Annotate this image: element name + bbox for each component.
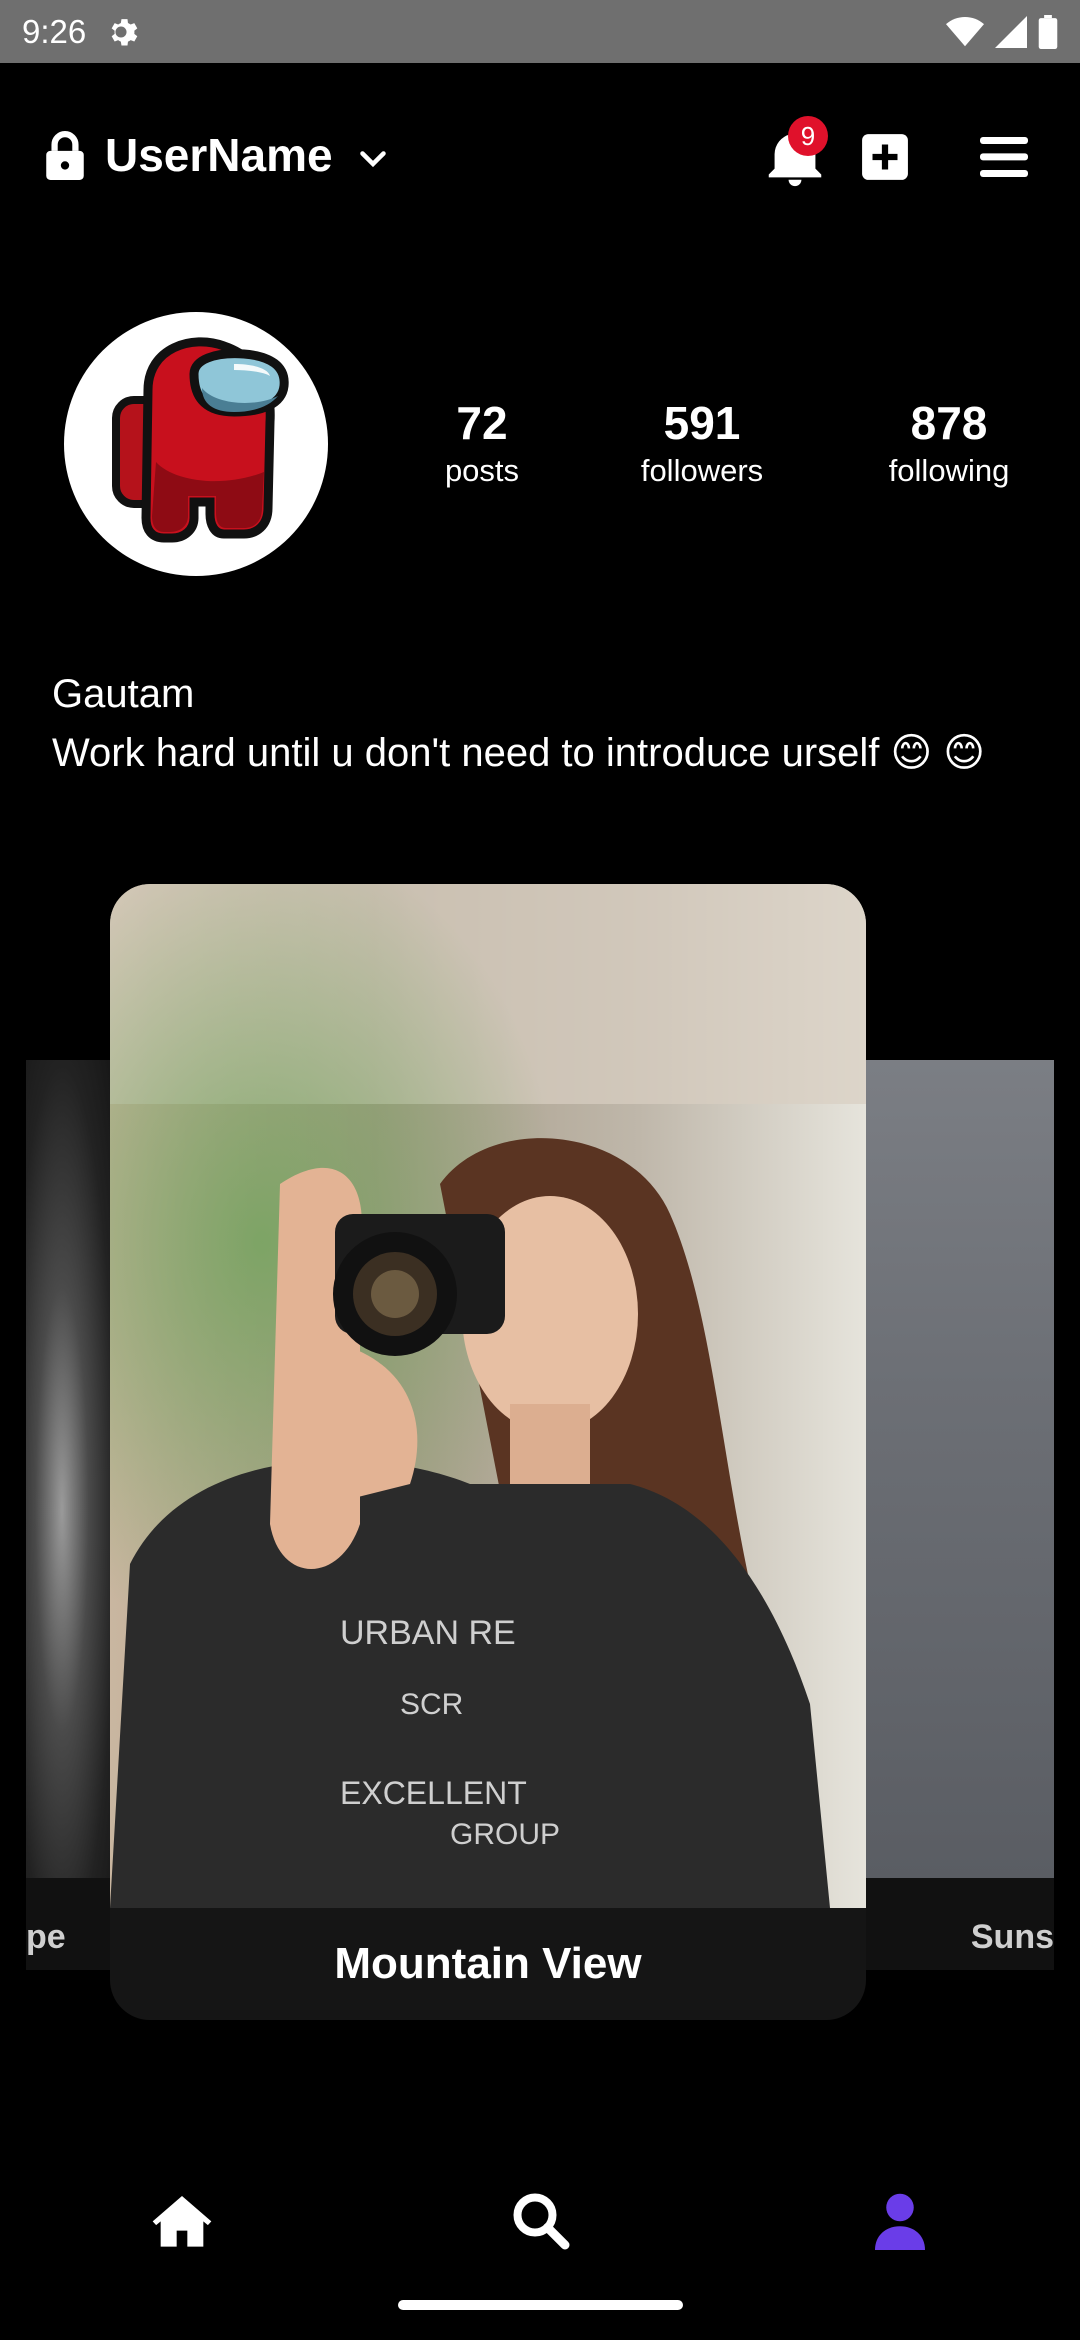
notification-badge: 9: [788, 116, 828, 156]
stat-label: followers: [640, 453, 764, 488]
carousel-photo: URBAN RE SCR EXCELLENT GROUP: [110, 884, 866, 1908]
wifi-icon: [946, 16, 984, 46]
carousel-card-right[interactable]: Suns: [866, 1060, 1054, 1970]
profile-bio: Work hard until u don't need to introduc…: [52, 731, 986, 775]
battery-icon: [1038, 14, 1058, 49]
carousel-card-center[interactable]: URBAN RE SCR EXCELLENT GROUP Mountain Vi…: [110, 884, 866, 2020]
svg-text:URBAN RE: URBAN RE: [340, 1614, 516, 1652]
menu-icon[interactable]: [980, 136, 1028, 178]
profile-name: Gautam: [52, 672, 195, 716]
lock-icon: [46, 131, 84, 180]
svg-text:EXCELLENT: EXCELLENT: [340, 1775, 527, 1811]
chevron-down-icon[interactable]: [355, 140, 391, 176]
avatar[interactable]: [64, 312, 328, 576]
svg-text:SCR: SCR: [400, 1688, 463, 1721]
home-icon[interactable]: [150, 2190, 214, 2250]
svg-text:GROUP: GROUP: [450, 1818, 560, 1851]
gear-icon: [111, 18, 138, 45]
stat-value: 878: [910, 397, 988, 449]
stat-value: 72: [456, 397, 508, 449]
carousel-card-left[interactable]: pe: [26, 1060, 116, 1970]
carousel-caption-left: pe: [26, 1918, 66, 1956]
stat-followers[interactable]: 591 followers: [622, 395, 782, 491]
carousel-image-right: [866, 1060, 1054, 1878]
stat-following[interactable]: 878 following: [874, 395, 1024, 491]
signal-icon: [995, 15, 1027, 48]
username-dropdown[interactable]: UserName: [105, 128, 333, 182]
carousel-image-left: [26, 1060, 116, 1878]
status-time: 9:26: [22, 12, 87, 50]
add-square-icon[interactable]: [860, 132, 910, 182]
carousel-caption-right: Suns: [970, 1918, 1054, 1956]
stat-value: 591: [663, 397, 741, 449]
stat-posts[interactable]: 72 posts: [432, 395, 532, 491]
search-icon[interactable]: [508, 2190, 572, 2250]
stat-label: following: [888, 453, 1010, 488]
stat-label: posts: [444, 453, 520, 488]
carousel-caption-center: Mountain View: [334, 1939, 642, 1988]
gesture-navigation-bar[interactable]: [398, 2300, 683, 2310]
profile-icon[interactable]: [868, 2190, 932, 2250]
top-app-bar: UserName 9: [0, 110, 1080, 200]
status-bar: 9:26: [0, 0, 1080, 63]
crewmate-avatar-image: [112, 337, 289, 543]
